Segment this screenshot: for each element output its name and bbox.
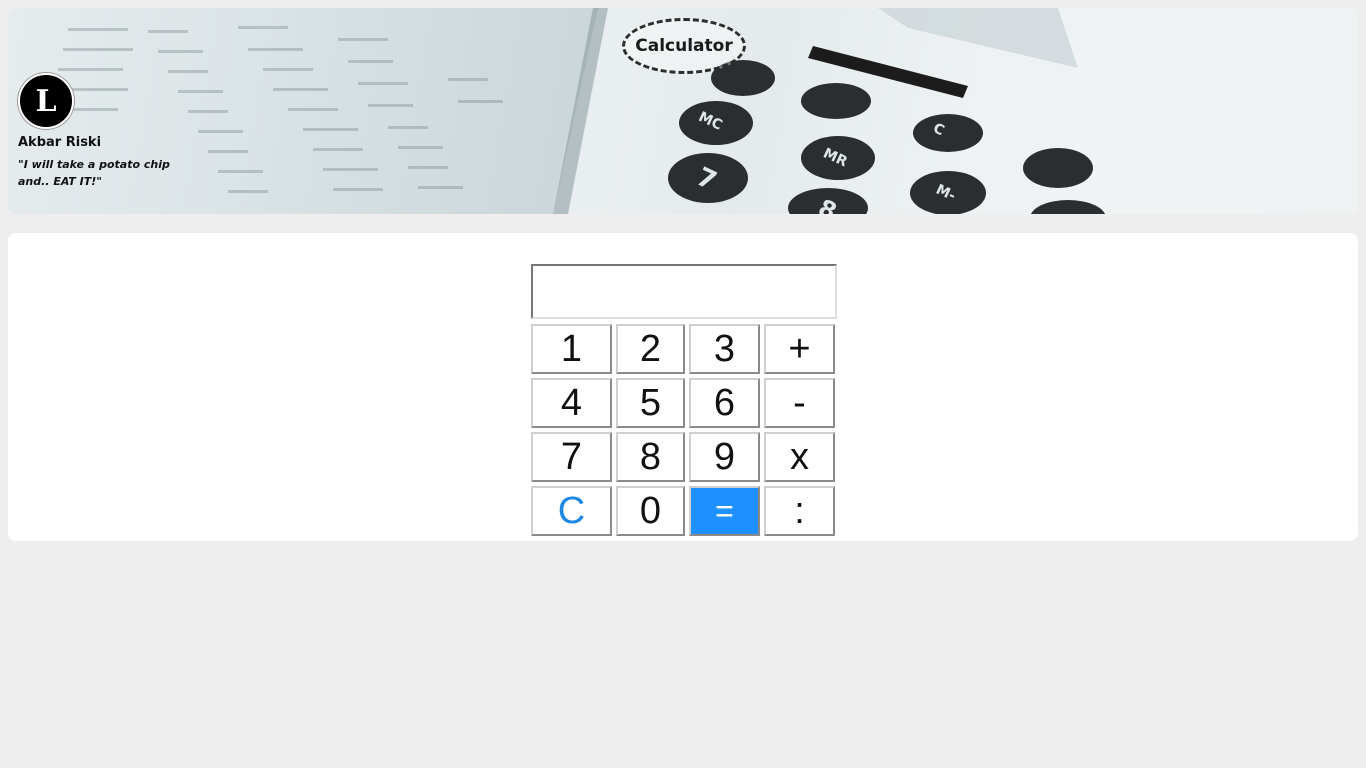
clear-button[interactable]: C [531, 486, 612, 536]
equals-button[interactable]: = [689, 486, 760, 536]
header-banner: MC MR C M- 7 8 Calculator L Akbar Riski … [8, 8, 1358, 214]
subtract-button[interactable]: - [764, 378, 835, 428]
author-name: Akbar Riski [18, 135, 102, 150]
calculator-panel: 1 2 3 + 4 5 6 - 7 8 9 x C 0 = : [8, 233, 1358, 541]
add-button[interactable]: + [764, 324, 835, 374]
key-0-button[interactable]: 0 [616, 486, 685, 536]
divide-button[interactable]: : [764, 486, 835, 536]
key-8-button[interactable]: 8 [616, 432, 685, 482]
calculator-display[interactable] [531, 264, 837, 319]
key-2-button[interactable]: 2 [616, 324, 685, 374]
page-title: Calculator [622, 18, 746, 74]
key-6-button[interactable]: 6 [689, 378, 760, 428]
key-9-button[interactable]: 9 [689, 432, 760, 482]
key-3-button[interactable]: 3 [689, 324, 760, 374]
multiply-button[interactable]: x [764, 432, 835, 482]
key-4-button[interactable]: 4 [531, 378, 612, 428]
key-7-button[interactable]: 7 [531, 432, 612, 482]
avatar-letter: L [35, 83, 57, 119]
key-1-button[interactable]: 1 [531, 324, 612, 374]
key-5-button[interactable]: 5 [616, 378, 685, 428]
author-quote: "I will take a potato chip and.. EAT IT!… [18, 158, 170, 188]
avatar: L [18, 73, 74, 129]
